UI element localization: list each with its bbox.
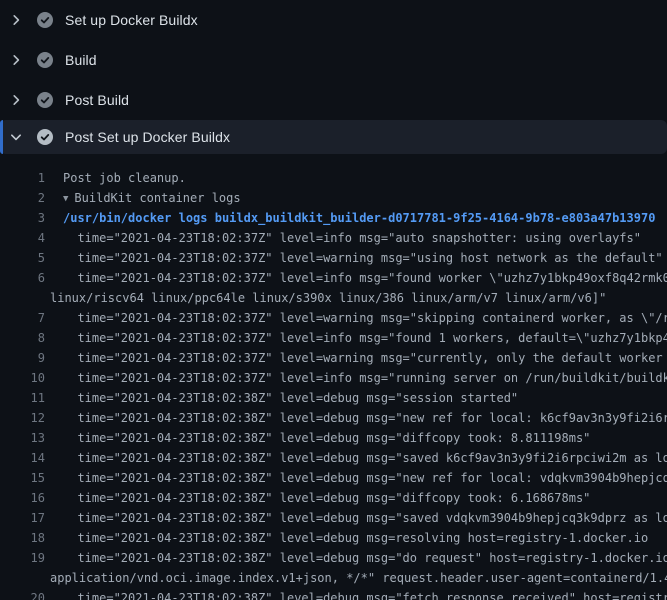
log-line-number[interactable]: 9 <box>0 348 45 368</box>
chevron-right-icon <box>8 92 24 108</box>
log-line: 8 time="2021-04-23T18:02:37Z" level=info… <box>0 328 667 348</box>
log-line-number[interactable]: 12 <box>0 408 45 428</box>
log-line-number[interactable]: 19 <box>0 548 45 568</box>
step-label: Post Build <box>65 92 129 108</box>
log-line: 1 Post job cleanup. <box>0 168 667 188</box>
step-row-set-up-docker-buildx[interactable]: Set up Docker Buildx <box>0 0 667 40</box>
log-text: time="2021-04-23T18:02:38Z" level=debug … <box>63 408 667 428</box>
step-row-post-build[interactable]: Post Build <box>0 80 667 120</box>
log-text: time="2021-04-23T18:02:38Z" level=debug … <box>63 388 518 408</box>
log-line-number[interactable]: 7 <box>0 308 45 328</box>
log-group-toggle-icon[interactable]: ▼ <box>63 189 68 209</box>
log-line: 2 ▼ BuildKit container logs <box>0 188 667 208</box>
log-line: 16 time="2021-04-23T18:02:38Z" level=deb… <box>0 488 667 508</box>
log-text: time="2021-04-23T18:02:38Z" level=debug … <box>63 508 667 528</box>
log-line-number[interactable]: 10 <box>0 368 45 388</box>
log-line-number[interactable]: 14 <box>0 448 45 468</box>
step-row-post-set-up-docker-buildx[interactable]: Post Set up Docker Buildx <box>0 120 667 154</box>
log-line: 17 time="2021-04-23T18:02:38Z" level=deb… <box>0 508 667 528</box>
log-text: time="2021-04-23T18:02:38Z" level=debug … <box>63 428 590 448</box>
log-line-number[interactable]: 13 <box>0 428 45 448</box>
check-circle-icon <box>37 92 53 108</box>
chevron-down-icon <box>8 129 24 145</box>
log-text: linux/riscv64 linux/ppc64le linux/s390x … <box>50 288 606 308</box>
log-line: 15 time="2021-04-23T18:02:38Z" level=deb… <box>0 468 667 488</box>
log-line-number[interactable]: 1 <box>0 168 45 188</box>
log-line-number[interactable]: 5 <box>0 248 45 268</box>
log-text: time="2021-04-23T18:02:38Z" level=debug … <box>63 528 648 548</box>
log-line: 9 time="2021-04-23T18:02:37Z" level=warn… <box>0 348 667 368</box>
step-label: Set up Docker Buildx <box>65 12 198 28</box>
log-line-number <box>0 568 45 588</box>
log-line: linux/riscv64 linux/ppc64le linux/s390x … <box>0 288 667 308</box>
actions-log-viewer: Set up Docker Buildx Build Post Build <box>0 0 667 600</box>
log-line: 4 time="2021-04-23T18:02:37Z" level=info… <box>0 228 667 248</box>
log-text: time="2021-04-23T18:02:37Z" level=info m… <box>63 328 667 348</box>
log-text: time="2021-04-23T18:02:38Z" level=debug … <box>63 488 590 508</box>
log-line: 11 time="2021-04-23T18:02:38Z" level=deb… <box>0 388 667 408</box>
log-text: time="2021-04-23T18:02:37Z" level=info m… <box>63 228 641 248</box>
chevron-right-icon <box>8 52 24 68</box>
log-command-text: /usr/bin/docker logs buildx_buildkit_bui… <box>63 208 655 228</box>
log-text: time="2021-04-23T18:02:38Z" level=debug … <box>63 548 667 568</box>
log-line-number[interactable]: 20 <box>0 588 45 600</box>
log-line-number[interactable]: 17 <box>0 508 45 528</box>
log-line-number[interactable]: 16 <box>0 488 45 508</box>
log-text: time="2021-04-23T18:02:38Z" level=debug … <box>63 468 667 488</box>
log-line-number[interactable]: 18 <box>0 528 45 548</box>
log-lines: 1 Post job cleanup. 2 ▼ BuildKit container l… <box>0 154 667 600</box>
log-text: time="2021-04-23T18:02:37Z" level=info m… <box>63 268 667 288</box>
log-line-number[interactable]: 6 <box>0 268 45 288</box>
check-circle-icon <box>37 12 53 28</box>
log-line-number[interactable]: 11 <box>0 388 45 408</box>
log-text: application/vnd.oci.image.index.v1+json,… <box>50 568 667 588</box>
log-text: time="2021-04-23T18:02:37Z" level=warnin… <box>63 308 667 328</box>
chevron-right-icon <box>8 12 24 28</box>
log-line-number[interactable]: 4 <box>0 228 45 248</box>
log-line: 13 time="2021-04-23T18:02:38Z" level=deb… <box>0 428 667 448</box>
log-line: 7 time="2021-04-23T18:02:37Z" level=warn… <box>0 308 667 328</box>
log-text: time="2021-04-23T18:02:37Z" level=warnin… <box>63 348 667 368</box>
step-row-build[interactable]: Build <box>0 40 667 80</box>
check-circle-icon <box>37 52 53 68</box>
log-line-number[interactable]: 2 <box>0 188 45 208</box>
log-line: 10 time="2021-04-23T18:02:37Z" level=inf… <box>0 368 667 388</box>
log-line: 12 time="2021-04-23T18:02:38Z" level=deb… <box>0 408 667 428</box>
step-label: Build <box>65 52 97 68</box>
log-line-number <box>0 288 45 308</box>
log-text: Post job cleanup. <box>63 168 186 188</box>
log-line: 20 time="2021-04-23T18:02:38Z" level=deb… <box>0 588 667 600</box>
step-list: Set up Docker Buildx Build Post Build <box>0 0 667 154</box>
step-label: Post Set up Docker Buildx <box>65 129 230 145</box>
log-line-number[interactable]: 3 <box>0 208 45 228</box>
log-line: 19 time="2021-04-23T18:02:38Z" level=deb… <box>0 548 667 568</box>
log-group-label: BuildKit container logs <box>74 191 240 205</box>
log-line: application/vnd.oci.image.index.v1+json,… <box>0 568 667 588</box>
log-line: 18 time="2021-04-23T18:02:38Z" level=deb… <box>0 528 667 548</box>
log-text: time="2021-04-23T18:02:38Z" level=debug … <box>63 588 667 600</box>
log-line-number[interactable]: 8 <box>0 328 45 348</box>
check-circle-icon <box>37 129 53 145</box>
log-line: 5 time="2021-04-23T18:02:37Z" level=warn… <box>0 248 667 268</box>
log-line: 14 time="2021-04-23T18:02:38Z" level=deb… <box>0 448 667 468</box>
log-group-row-text: ▼ BuildKit container logs <box>63 188 241 208</box>
log-line: 6 time="2021-04-23T18:02:37Z" level=info… <box>0 268 667 288</box>
log-text: time="2021-04-23T18:02:37Z" level=info m… <box>63 368 667 388</box>
log-line-number[interactable]: 15 <box>0 468 45 488</box>
log-line: 3/usr/bin/docker logs buildx_buildkit_bu… <box>0 208 667 228</box>
log-text: time="2021-04-23T18:02:37Z" level=warnin… <box>63 248 663 268</box>
log-text: time="2021-04-23T18:02:38Z" level=debug … <box>63 448 667 468</box>
